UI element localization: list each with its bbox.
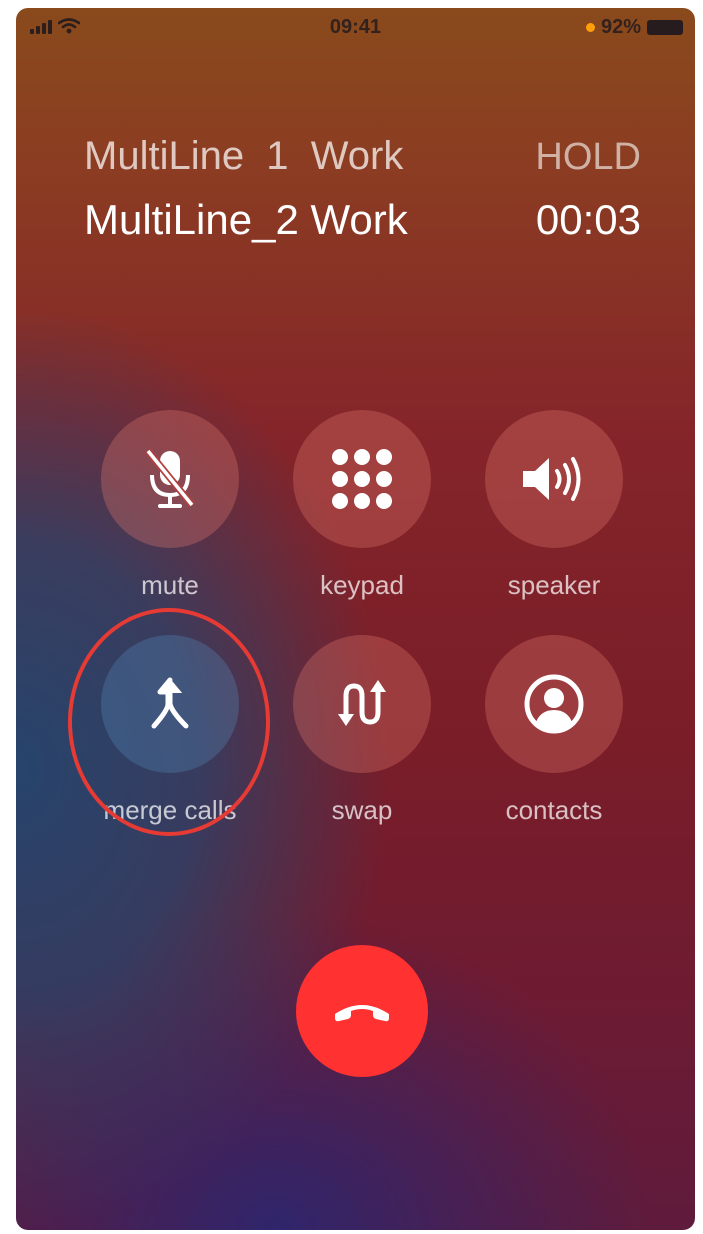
- status-right: 92%: [585, 16, 683, 39]
- keypad-button[interactable]: keypad: [292, 410, 432, 601]
- call-screen: 09:41 92% MultiLine 1 Work HOLD MultiLin…: [16, 8, 695, 1230]
- speaker-icon: [523, 457, 581, 501]
- battery-percent: 92%: [600, 16, 641, 38]
- swap-button[interactable]: swap: [292, 635, 432, 826]
- contacts-label: contacts: [505, 795, 603, 825]
- contact-person-icon: [524, 674, 584, 734]
- call-2-name: MultiLine_2 Work: [84, 196, 408, 243]
- mute-button[interactable]: mute: [100, 410, 240, 601]
- keypad-circle[interactable]: [293, 410, 431, 548]
- swap-label: swap: [331, 795, 393, 825]
- call-1-name: MultiLine 1 Work: [84, 134, 404, 178]
- contacts-button[interactable]: contacts: [484, 635, 624, 826]
- end-call-button[interactable]: [296, 945, 428, 1077]
- speaker-circle[interactable]: [485, 410, 623, 548]
- contacts-circle[interactable]: [485, 635, 623, 773]
- swap-circle[interactable]: [293, 635, 431, 773]
- keypad-label: keypad: [320, 570, 404, 600]
- mute-circle[interactable]: [101, 410, 239, 548]
- call-2-timer: 00:03: [535, 196, 641, 243]
- status-bar: 09:41 92%: [16, 8, 695, 48]
- mute-label: mute: [141, 570, 199, 600]
- hang-up-phone-icon: [335, 1005, 389, 1022]
- call-1-state: HOLD: [535, 136, 641, 178]
- call-row-1: MultiLine 1 Work HOLD: [84, 134, 641, 179]
- speaker-button[interactable]: speaker: [484, 410, 624, 601]
- highlight-circle-annotation: [68, 608, 270, 836]
- mic-slash-icon: [145, 448, 195, 508]
- battery-icon: [647, 20, 683, 35]
- call-row-2: MultiLine_2 Work 00:03: [84, 196, 641, 244]
- swap-arrows-icon: [338, 680, 386, 726]
- keypad-grid-icon: [332, 449, 392, 509]
- orange-dot-indicator: [585, 23, 595, 32]
- speaker-label: speaker: [507, 570, 601, 600]
